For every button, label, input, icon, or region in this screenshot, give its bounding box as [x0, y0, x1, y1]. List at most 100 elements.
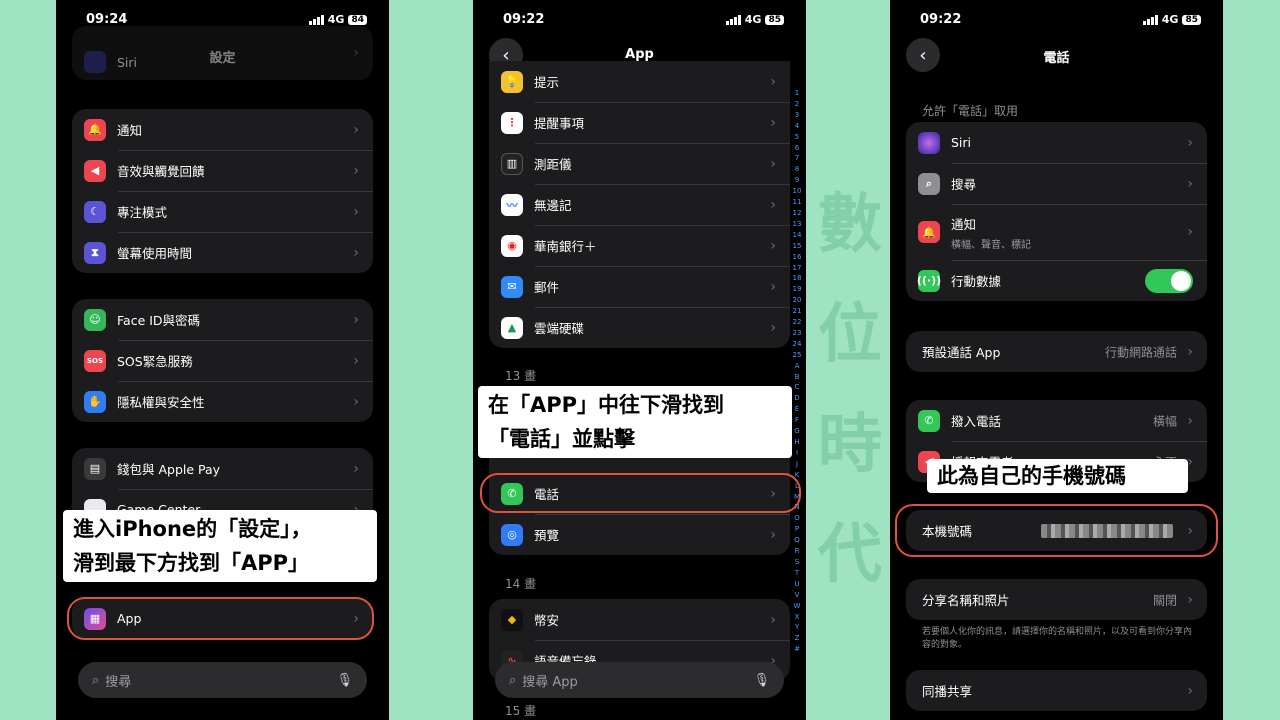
bank-icon: ◉ — [501, 234, 523, 257]
chevron-right-icon: › — [353, 121, 359, 138]
index-letter[interactable]: # — [790, 644, 804, 655]
app-item-mail[interactable]: ✉ 郵件 › — [489, 266, 790, 307]
app-item-tips[interactable]: 💡 提示 › — [489, 61, 790, 102]
default-call-app-row[interactable]: 預設通話 App 行動網路通話 › — [906, 331, 1207, 372]
app-item-measure[interactable]: ▥ 測距儀 › — [489, 143, 790, 184]
index-letter[interactable]: H — [790, 437, 804, 448]
access-item-notifications[interactable]: 🔔 通知 橫幅、聲音、標記 › — [906, 204, 1207, 260]
share-note: 若要個人化你的訊息，請選擇你的名稱和照片，以及可看到你分享內容的對象。 — [922, 627, 1193, 650]
index-letter[interactable]: 11 — [790, 197, 804, 208]
mic-icon[interactable]: 🎙 — [336, 673, 353, 688]
index-letter[interactable]: 5 — [790, 132, 804, 143]
index-letter[interactable]: F — [790, 415, 804, 426]
index-letter[interactable]: E — [790, 404, 804, 415]
phone-app-list: 09:22 4G 85 ‹ App 💡 提示 › ⋮ 提醒事項 › ▥ 測距儀 › 〰無邊記 ›… — [473, 0, 806, 720]
index-letter[interactable]: W — [790, 601, 804, 612]
section-index-bar[interactable]: 1 2 3 4 5 6 7 8 9 10 11 12 13 14 15 16 17 18 19 20 21 22 23 24 2… — [790, 88, 804, 655]
index-letter[interactable]: 12 — [790, 208, 804, 219]
index-letter[interactable]: 21 — [790, 306, 804, 317]
lightbulb-icon: 💡 — [501, 70, 523, 93]
cellular-toggle[interactable] — [1145, 268, 1193, 293]
settings-item-wallet[interactable]: ▤ 錢包與 Apple Pay › — [72, 448, 373, 489]
index-letter[interactable]: 22 — [790, 317, 804, 328]
index-letter[interactable]: P — [790, 524, 804, 535]
index-letter[interactable]: R — [790, 546, 804, 557]
settings-item-focus[interactable]: ☾ 專注模式 › — [72, 191, 373, 232]
mic-icon[interactable]: 🎙 — [753, 673, 770, 688]
index-letter[interactable]: X — [790, 612, 804, 623]
index-letter[interactable]: 18 — [790, 273, 804, 284]
chevron-right-icon: › — [770, 114, 776, 131]
index-letter[interactable]: S — [790, 557, 804, 568]
index-letter[interactable]: G — [790, 426, 804, 437]
index-letter[interactable]: I — [790, 448, 804, 459]
settings-item-privacy[interactable]: ✋ 隱私權與安全性 › — [72, 381, 373, 422]
access-item-siri[interactable]: Siri › — [906, 122, 1207, 163]
index-letter[interactable]: 6 — [790, 143, 804, 154]
watermark: 數位時代 — [818, 188, 882, 592]
incoming-calls-row[interactable]: ✆ 撥入電話 橫幅 › — [906, 400, 1207, 441]
index-letter[interactable]: J — [790, 459, 804, 470]
index-letter[interactable]: A — [790, 361, 804, 372]
index-letter[interactable]: 10 — [790, 186, 804, 197]
settings-item-screen-time[interactable]: ⧗ 螢幕使用時間 › — [72, 232, 373, 273]
settings-item-notifications[interactable]: 🔔 通知 › — [72, 109, 373, 150]
index-letter[interactable]: 8 — [790, 164, 804, 175]
index-letter[interactable]: 24 — [790, 339, 804, 350]
index-letter[interactable]: 14 — [790, 230, 804, 241]
settings-item-sos[interactable]: SOS SOS緊急服務 › — [72, 340, 373, 381]
settings-group-2: ☺ Face ID與密碼 › SOS SOS緊急服務 › ✋ 隱私權與安全性 › — [72, 299, 373, 422]
index-letter[interactable]: 1 — [790, 88, 804, 99]
faceid-icon: ☺ — [84, 308, 106, 331]
index-letter[interactable]: U — [790, 579, 804, 590]
freeform-icon: 〰 — [501, 193, 523, 216]
search-bar[interactable]: ⌕ 搜尋 🎙 — [78, 662, 367, 698]
index-letter[interactable]: 25 — [790, 350, 804, 361]
index-letter[interactable]: 23 — [790, 328, 804, 339]
index-letter[interactable]: O — [790, 513, 804, 524]
index-letter[interactable]: V — [790, 590, 804, 601]
index-letter[interactable]: 3 — [790, 110, 804, 121]
index-letter[interactable]: 4 — [790, 121, 804, 132]
share-name-photo-row[interactable]: 分享名稱和照片 關閉 › — [906, 579, 1207, 620]
index-letter[interactable]: 20 — [790, 295, 804, 306]
callout-step1: 進入iPhone的「設定」， 滑到最下方找到「APP」 — [63, 510, 377, 582]
row-label: 隱私權與安全性 — [117, 395, 205, 410]
highlight-ring-app — [67, 597, 374, 640]
search-bar[interactable]: ⌕ 搜尋 App 🎙 — [495, 662, 784, 698]
index-letter[interactable]: B — [790, 372, 804, 383]
index-letter[interactable]: 13 — [790, 219, 804, 230]
app-item-drive[interactable]: ▲ 雲端硬碟 › — [489, 307, 790, 348]
index-letter[interactable]: 15 — [790, 241, 804, 252]
index-letter[interactable]: 16 — [790, 252, 804, 263]
app-item-binance[interactable]: ◆ 幣安 › — [489, 599, 790, 640]
row-label: 提醒事項 — [534, 116, 585, 131]
index-letter[interactable]: D — [790, 393, 804, 404]
shareplay-row[interactable]: 同播共享 › — [906, 670, 1207, 711]
row-label: 幣安 — [534, 613, 560, 628]
row-label: 行動數據 — [951, 274, 1002, 289]
settings-item-faceid[interactable]: ☺ Face ID與密碼 › — [72, 299, 373, 340]
index-letter[interactable]: 9 — [790, 175, 804, 186]
index-letter[interactable]: Y — [790, 622, 804, 633]
index-letter[interactable]: 17 — [790, 263, 804, 274]
index-letter[interactable]: Q — [790, 535, 804, 546]
app-item-reminders[interactable]: ⋮ 提醒事項 › — [489, 102, 790, 143]
index-letter[interactable]: 19 — [790, 284, 804, 295]
index-letter[interactable]: Z — [790, 633, 804, 644]
access-item-search[interactable]: ⌕ 搜尋 › — [906, 163, 1207, 204]
search-icon: ⌕ — [92, 672, 100, 688]
row-label: 分享名稱和照片 — [922, 593, 1010, 608]
chevron-right-icon: › — [1187, 412, 1193, 429]
row-value: 行動網路通話 — [1104, 345, 1177, 359]
siri-row-partial[interactable]: Siri › — [72, 26, 373, 80]
index-letter[interactable]: T — [790, 568, 804, 579]
bell-icon: 🔔 — [918, 221, 940, 243]
app-item-preview[interactable]: ◎ 預覽 › — [489, 514, 790, 555]
index-letter[interactable]: C — [790, 382, 804, 393]
index-letter[interactable]: 7 — [790, 153, 804, 164]
app-item-huanan-bank[interactable]: ◉ 華南銀行＋ › — [489, 225, 790, 266]
app-item-freeform[interactable]: 〰無邊記 › — [489, 184, 790, 225]
index-letter[interactable]: 2 — [790, 99, 804, 110]
settings-item-sounds[interactable]: ◀ 音效與觸覺回饋 › — [72, 150, 373, 191]
